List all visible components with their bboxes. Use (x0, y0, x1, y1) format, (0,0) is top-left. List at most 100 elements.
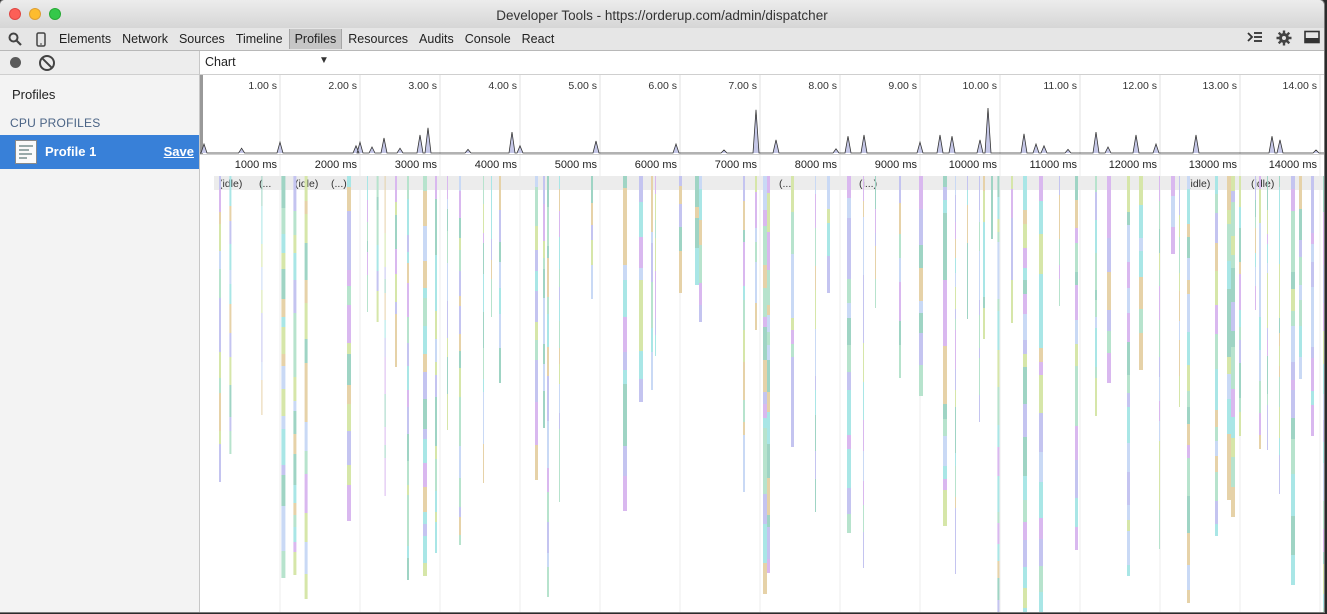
flame-frame[interactable] (1023, 367, 1027, 404)
flame-frame[interactable] (763, 360, 767, 375)
flame-frame[interactable] (1279, 282, 1280, 292)
flame-frame[interactable] (543, 313, 545, 344)
flame-frame[interactable] (261, 330, 263, 362)
flame-frame[interactable] (459, 218, 461, 238)
flame-frame[interactable] (1187, 424, 1190, 445)
flame-frame[interactable] (1311, 176, 1314, 201)
flame-frame[interactable] (979, 348, 980, 358)
flame-frame[interactable] (943, 466, 947, 479)
flame-frame[interactable] (991, 211, 993, 239)
flame-frame[interactable] (1159, 377, 1160, 401)
flame-frame[interactable] (435, 375, 437, 397)
flame-frame[interactable] (1159, 474, 1160, 510)
flame-frame[interactable] (991, 176, 993, 211)
flame-frame[interactable] (281, 475, 286, 506)
flame-frame[interactable] (1215, 334, 1218, 369)
flame-frame[interactable] (407, 558, 409, 580)
flame-frame[interactable] (763, 375, 767, 392)
flame-frame[interactable] (293, 515, 297, 527)
flame-frame[interactable] (423, 452, 427, 463)
flame-frame[interactable] (983, 222, 985, 253)
tab-resources[interactable]: Resources (343, 29, 413, 49)
flame-frame[interactable] (655, 238, 656, 271)
flame-frame[interactable] (1299, 176, 1302, 209)
flame-frame[interactable] (1279, 226, 1280, 264)
flame-frame[interactable] (847, 218, 851, 243)
flame-stack[interactable] (384, 176, 386, 496)
flame-frame[interactable] (347, 404, 351, 431)
flame-frame[interactable] (435, 199, 437, 235)
flame-frame[interactable] (293, 176, 297, 211)
flame-frame[interactable] (1039, 274, 1043, 299)
flame-frame[interactable] (997, 311, 1000, 350)
flame-frame[interactable] (899, 258, 901, 282)
flame-frame[interactable] (1279, 292, 1280, 318)
flame-frame[interactable] (1039, 299, 1043, 324)
flame-frame[interactable] (547, 553, 549, 567)
flame-frame[interactable] (699, 205, 702, 220)
flame-frame[interactable] (407, 199, 409, 235)
flame-frame[interactable] (979, 300, 980, 315)
flame-frame[interactable] (347, 431, 351, 465)
flame-frame[interactable] (559, 269, 560, 287)
flame-frame[interactable] (1159, 286, 1160, 320)
flame-frame[interactable] (1159, 537, 1160, 549)
flame-frame[interactable] (1011, 246, 1013, 280)
flame-stack[interactable] (1039, 176, 1043, 612)
flame-frame[interactable] (281, 327, 286, 354)
flame-stack[interactable] (499, 176, 501, 383)
flame-frame[interactable] (304, 574, 308, 599)
flame-frame[interactable] (815, 228, 816, 266)
flame-frame[interactable] (863, 517, 864, 532)
flame-frame[interactable] (347, 343, 351, 354)
flame-frame[interactable] (459, 368, 461, 397)
flame-frame[interactable] (997, 264, 1000, 299)
flame-frame[interactable] (281, 416, 286, 429)
flame-frame[interactable] (535, 360, 538, 390)
flame-frame[interactable] (1267, 273, 1268, 311)
flame-frame[interactable] (1023, 522, 1027, 540)
flame-frame[interactable] (1323, 265, 1324, 303)
flame-frame[interactable] (423, 326, 427, 354)
flame-frame[interactable] (1323, 552, 1324, 564)
flame-frame[interactable] (655, 318, 656, 335)
flame-frame[interactable] (347, 187, 351, 211)
flame-frame[interactable] (899, 234, 901, 258)
flame-frame[interactable] (847, 345, 851, 372)
flame-frame[interactable] (543, 364, 545, 391)
flame-frame[interactable] (459, 176, 461, 191)
flame-frame[interactable] (1231, 236, 1235, 255)
flame-stack[interactable] (755, 176, 757, 330)
flame-frame[interactable] (547, 246, 549, 258)
flame-frame[interactable] (407, 461, 409, 485)
flame-stack[interactable] (1227, 176, 1231, 500)
settings-gear-icon[interactable] (1276, 30, 1292, 50)
flame-frame[interactable] (347, 485, 351, 521)
tab-audits[interactable]: Audits (414, 29, 459, 49)
flame-frame[interactable] (1239, 340, 1241, 363)
flame-frame[interactable] (459, 478, 461, 507)
flame-stack[interactable] (281, 176, 286, 578)
flame-frame[interactable] (943, 213, 947, 252)
flame-frame[interactable] (1279, 187, 1280, 226)
flame-frame[interactable] (943, 200, 947, 213)
flame-frame[interactable] (699, 305, 702, 322)
flame-frame[interactable] (1187, 189, 1190, 224)
flame-frame[interactable] (847, 435, 851, 449)
flame-frame[interactable] (1127, 313, 1130, 342)
tab-timeline[interactable]: Timeline (231, 29, 288, 49)
flame-frame[interactable] (407, 176, 409, 199)
flame-frame[interactable] (543, 344, 545, 364)
flame-frame[interactable] (384, 212, 386, 233)
flame-frame[interactable] (1231, 347, 1235, 363)
flame-frame[interactable] (1107, 331, 1111, 353)
flame-frame[interactable] (1323, 331, 1324, 364)
flame-frame[interactable] (1255, 267, 1256, 286)
flame-frame[interactable] (543, 176, 545, 204)
sidebar-item-profile-1[interactable]: Profile 1 Save (0, 135, 199, 169)
flame-frame[interactable] (863, 314, 864, 343)
flame-frame[interactable] (997, 387, 1000, 425)
flame-frame[interactable] (304, 451, 308, 474)
flame-frame[interactable] (376, 176, 379, 197)
flame-frame[interactable] (1227, 224, 1231, 261)
